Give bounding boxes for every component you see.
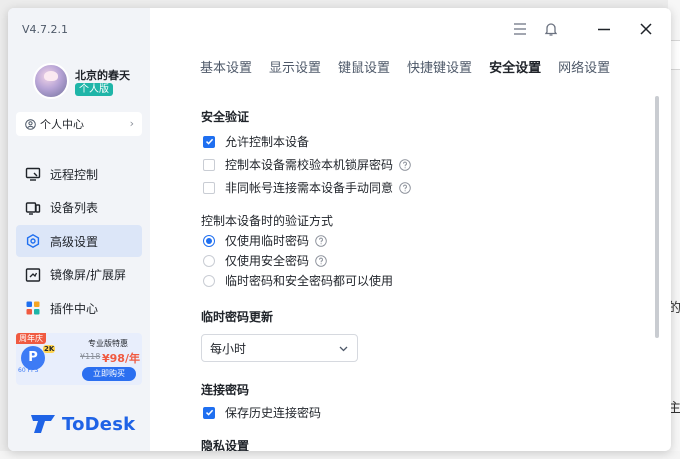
sidebar-item-label: 远程控制 [50,167,99,182]
user-name: 北京的春天 [75,69,130,82]
option-save-history-password[interactable]: 保存历史连接密码 [203,404,321,421]
sidebar-nav: 远程控制 设备列表 高级设置 镜像屏/扩展屏 插件中心 [16,158,142,326]
tab-keyboard-mouse[interactable]: 键鼠设置 [338,57,390,76]
option-label: 非同帐号连接需本设备手动同意 [225,181,394,195]
settings-icon [24,232,42,250]
radio-selected[interactable] [203,234,215,247]
background-bottom-edge [0,451,680,459]
monitor-icon [24,165,42,183]
tab-security[interactable]: 安全设置 [489,57,541,76]
help-icon[interactable] [315,254,327,267]
checkbox-unchecked[interactable] [203,158,215,171]
chevron-right-icon: › [129,117,134,130]
user-icon [24,118,36,130]
tab-basic[interactable]: 基本设置 [200,57,252,76]
select-value: 每小时 [210,341,247,356]
radio-option-both-passwords[interactable]: 临时密码和安全密码都可以使用 [203,272,393,289]
option-label: 临时密码和安全密码都可以使用 [225,274,394,288]
chevron-down-icon [338,343,349,357]
help-icon[interactable] [399,181,411,194]
sidebar-item-advanced-settings[interactable]: 高级设置 [16,225,142,258]
version-label: V4.7.2.1 [22,23,69,36]
bell-icon[interactable] [542,20,560,38]
checkbox-checked[interactable] [203,135,215,148]
buy-now-button[interactable]: 立即购买 [82,367,136,381]
help-icon[interactable] [399,158,411,171]
scrollbar[interactable] [655,96,659,338]
option-label: 仅使用临时密码 [225,234,310,248]
tab-shortcuts[interactable]: 快捷键设置 [407,57,472,76]
option-allow-control[interactable]: 允许控制本设备 [203,133,309,150]
avatar[interactable] [33,63,69,99]
promo-title: 专业版特惠 [88,339,128,348]
sidebar-item-device-list[interactable]: 设备列表 [16,192,142,224]
promo-tag: 周年庆 [16,333,46,344]
tab-display[interactable]: 显示设置 [269,57,321,76]
section-title-security: 安全验证 [201,110,250,124]
settings-tabs: 基本设置 显示设置 键鼠设置 快捷键设置 安全设置 网络设置 [200,57,627,76]
option-verify-lock-password[interactable]: 控制本设备需校验本机锁屏密码 [203,156,411,173]
settings-panel: 基本设置 显示设置 键鼠设置 快捷键设置 安全设置 网络设置 安全验证 允许控制… [150,8,671,451]
personal-center-button[interactable]: 个人中心 › [16,112,142,136]
checkbox-unchecked[interactable] [203,181,215,194]
promo-new-price: ¥98/年 [102,352,140,365]
temp-password-update-select[interactable]: 每小时 [201,334,358,362]
help-icon[interactable] [315,234,327,247]
sidebar-item-label: 高级设置 [50,234,99,249]
verify-method-title: 控制本设备时的验证方式 [201,214,334,228]
mirror-screen-icon [24,266,42,284]
menu-icon[interactable] [511,20,529,38]
edition-badge: 个人版 [75,83,113,96]
sidebar-item-plugin-center[interactable]: 插件中心 [16,292,142,324]
sidebar-item-label: 镜像屏/扩展屏 [50,268,127,283]
brand-name: ToDesk [62,413,136,435]
option-label: 控制本设备需校验本机锁屏密码 [225,158,394,172]
option-manual-approve[interactable]: 非同帐号连接需本设备手动同意 [203,179,411,196]
close-icon[interactable] [637,20,655,38]
plugin-icon [24,299,42,317]
section-title-connection-password: 连接密码 [201,383,250,397]
personal-center-label: 个人中心 [40,118,84,131]
todesk-logo-icon [31,415,55,433]
tab-network[interactable]: 网络设置 [558,57,610,76]
sidebar-item-label: 插件中心 [50,301,99,316]
option-label: 允许控制本设备 [225,135,310,149]
sidebar-item-mirror-screen[interactable]: 镜像屏/扩展屏 [16,259,142,291]
option-label: 仅使用安全密码 [225,254,310,268]
section-title-temp-password: 临时密码更新 [201,310,274,324]
sidebar-item-label: 设备列表 [50,201,99,216]
promo-banner[interactable]: 周年庆 P 2K 60 FPS 专业版特惠 ¥118 ¥98/年 立即购买 [16,333,142,385]
promo-old-price: ¥118 [80,352,101,361]
radio-unselected[interactable] [203,254,215,267]
radio-unselected[interactable] [203,274,215,287]
promo-2k-badge: 2K [43,345,56,353]
promo-fps-badge: 60 FPS [18,367,39,374]
devices-icon [24,199,42,217]
sidebar-item-remote-control[interactable]: 远程控制 [16,158,142,190]
sidebar: V4.7.2.1 北京的春天 个人版 个人中心 › 远程控制 设备列表 高级设置… [8,8,150,451]
section-title-privacy: 隐私设置 [201,439,250,451]
minimize-icon[interactable] [595,20,613,38]
radio-option-temp-password[interactable]: 仅使用临时密码 [203,232,327,249]
todesk-settings-window: V4.7.2.1 北京的春天 个人版 个人中心 › 远程控制 设备列表 高级设置… [8,8,671,451]
checkbox-checked[interactable] [203,406,215,419]
option-label: 保存历史连接密码 [225,406,322,420]
brand-logo: ToDesk [30,413,135,435]
radio-option-security-password[interactable]: 仅使用安全密码 [203,252,327,269]
